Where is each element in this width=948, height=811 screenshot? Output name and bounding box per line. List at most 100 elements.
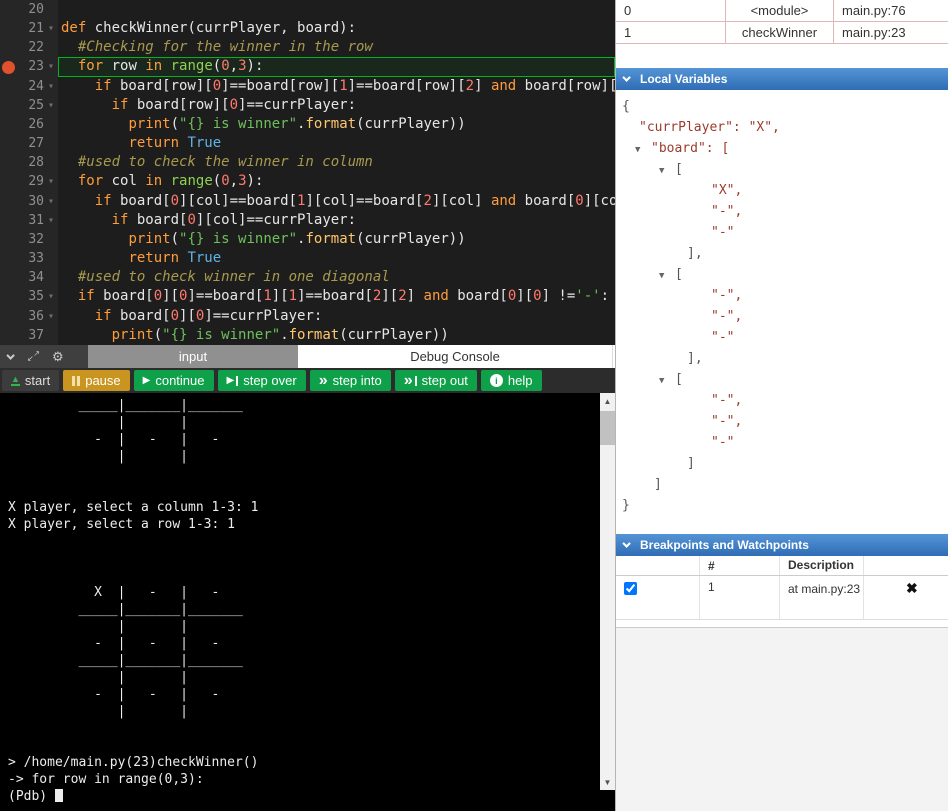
fold-arrow-icon[interactable]: ▾ [44, 172, 58, 191]
call-stack-spacer [616, 44, 948, 68]
tab-debug-console[interactable]: Debug Console [298, 345, 613, 368]
breakpoint-slot[interactable] [2, 329, 15, 342]
breakpoints-header[interactable]: Breakpoints and Watchpoints [616, 534, 948, 556]
local-variables-header[interactable]: Local Variables [616, 68, 948, 90]
breakpoint-description: at main.py:23 [780, 576, 864, 619]
local-variable-line: "-", [622, 411, 948, 432]
breakpoint-slot[interactable] [2, 252, 15, 265]
breakpoint-slot[interactable] [2, 290, 15, 303]
breakpoint-number: 1 [700, 576, 780, 619]
breakpoint-slot[interactable] [2, 22, 15, 35]
collapse-panel-icon[interactable] [6, 351, 14, 359]
console-line: - | - | - [8, 686, 615, 703]
gutter-line-36[interactable]: 36▾ [0, 307, 58, 326]
breakpoint-slot[interactable] [2, 175, 15, 188]
tree-expand-arrow-icon[interactable]: ▼ [659, 371, 675, 392]
callstack-frame-row[interactable]: 0<module>main.py:76 [616, 0, 948, 22]
scrollbar-thumb[interactable] [600, 411, 615, 445]
tab-input[interactable]: input [88, 345, 298, 368]
callstack-frame-function: checkWinner [726, 22, 834, 43]
callstack-frame-row[interactable]: 1checkWinnermain.py:23 [616, 22, 948, 44]
delete-breakpoint-icon[interactable]: ✖ [906, 580, 918, 596]
gutter-line-26[interactable]: 26 [0, 115, 58, 134]
start-button[interactable]: ▲ start [2, 370, 59, 391]
gutter-line-24[interactable]: 24▾ [0, 77, 58, 96]
settings-gear-icon[interactable]: ⚙ [52, 350, 64, 363]
step-into-button[interactable]: » step into [310, 370, 391, 391]
console-line: X | - | - [8, 584, 615, 601]
step-over-icon: ▶ [227, 376, 235, 386]
scroll-down-icon[interactable]: ▼ [600, 774, 615, 790]
gutter-line-33[interactable]: 33 [0, 249, 58, 268]
console-line: | | [8, 448, 615, 465]
gutter-line-34[interactable]: 34 [0, 268, 58, 287]
fold-arrow-icon[interactable]: ▾ [44, 19, 58, 38]
line-number: 23 [15, 57, 44, 76]
continue-button[interactable]: ▶ continue [134, 370, 214, 391]
gutter-line-32[interactable]: 32 [0, 230, 58, 249]
tree-expand-arrow-icon[interactable]: ▼ [659, 266, 675, 287]
gutter-line-25[interactable]: 25▾ [0, 96, 58, 115]
tree-expand-arrow-icon[interactable]: ▼ [659, 161, 675, 182]
console-scrollbar[interactable]: ▲ ▼ [600, 393, 615, 790]
breakpoint-slot[interactable] [2, 41, 15, 54]
code-line: return True [58, 249, 615, 268]
code-line: if board[0][col]==currPlayer: [58, 211, 615, 230]
gutter-line-20[interactable]: 20 [0, 0, 58, 19]
code-editor[interactable]: 2021▾def checkWinner(currPlayer, board):… [0, 0, 615, 345]
console-line: - | - | - [8, 635, 615, 652]
line-number: 20 [15, 0, 44, 19]
fold-arrow-icon[interactable]: ▾ [44, 307, 58, 326]
breakpoint-slot[interactable] [2, 80, 15, 93]
fold-arrow-icon[interactable]: ▾ [44, 77, 58, 96]
breakpoint-slot[interactable] [2, 271, 15, 284]
gutter-line-27[interactable]: 27 [0, 134, 58, 153]
breakpoint-slot[interactable] [2, 195, 15, 208]
gutter-line-35[interactable]: 35▾ [0, 287, 58, 306]
breakpoint-slot[interactable] [2, 99, 15, 112]
fold-arrow-icon[interactable]: ▾ [44, 96, 58, 115]
gutter-line-31[interactable]: 31▾ [0, 211, 58, 230]
fold-arrow-icon[interactable]: ▾ [44, 192, 58, 211]
console-line: -> for row in range(0,3): [8, 771, 615, 788]
scroll-up-icon[interactable]: ▲ [600, 393, 615, 409]
breakpoint-slot[interactable] [2, 137, 15, 150]
fold-arrow-icon[interactable]: ▾ [44, 211, 58, 230]
help-label: help [508, 373, 533, 388]
breakpoint-slot[interactable] [2, 118, 15, 131]
breakpoint-slot[interactable] [2, 233, 15, 246]
fold-arrow-icon[interactable]: ▾ [44, 287, 58, 306]
debug-console-output[interactable]: _____|_______|_______ | | - | - | - | |X… [0, 393, 615, 811]
breakpoints-table-header: # Description [616, 556, 948, 576]
step-out-button[interactable]: » step out [395, 370, 477, 391]
breakpoints-table-footer [616, 620, 948, 628]
breakpoint-dot[interactable] [2, 61, 15, 74]
resize-panel-icon[interactable]: ↗↙ [27, 350, 40, 363]
gutter-line-28[interactable]: 28 [0, 153, 58, 172]
code-line: if board[0][0]==currPlayer: [58, 307, 615, 326]
breakpoint-enabled-checkbox[interactable] [624, 582, 637, 595]
breakpoint-slot[interactable] [2, 156, 15, 169]
local-variable-line: ▼[ [622, 159, 948, 180]
code-line: if board[0][0]==board[1][1]==board[2][2]… [58, 287, 615, 306]
console-line [8, 550, 615, 567]
gutter-line-30[interactable]: 30▾ [0, 192, 58, 211]
gutter-line-29[interactable]: 29▾ [0, 172, 58, 191]
breakpoints-header-description: Description [780, 556, 864, 575]
gutter-line-37[interactable]: 37 [0, 326, 58, 345]
console-line: | | [8, 669, 615, 686]
gutter-line-21[interactable]: 21▾ [0, 19, 58, 38]
fold-arrow-icon[interactable]: ▾ [44, 57, 58, 76]
tree-expand-arrow-icon[interactable]: ▼ [635, 140, 651, 161]
breakpoint-slot[interactable] [2, 310, 15, 323]
pause-icon [72, 376, 80, 386]
help-button[interactable]: i help [481, 370, 542, 391]
step-over-button[interactable]: ▶ step over [218, 370, 306, 391]
pause-button[interactable]: pause [63, 370, 129, 391]
breakpoint-slot[interactable] [2, 214, 15, 227]
gutter-line-23[interactable]: 23▾ [0, 57, 58, 76]
editor-line-35: 35▾ if board[0][0]==board[1][1]==board[2… [0, 287, 615, 306]
gutter-line-22[interactable]: 22 [0, 38, 58, 57]
line-number: 27 [15, 134, 44, 153]
breakpoint-slot[interactable] [2, 3, 15, 16]
